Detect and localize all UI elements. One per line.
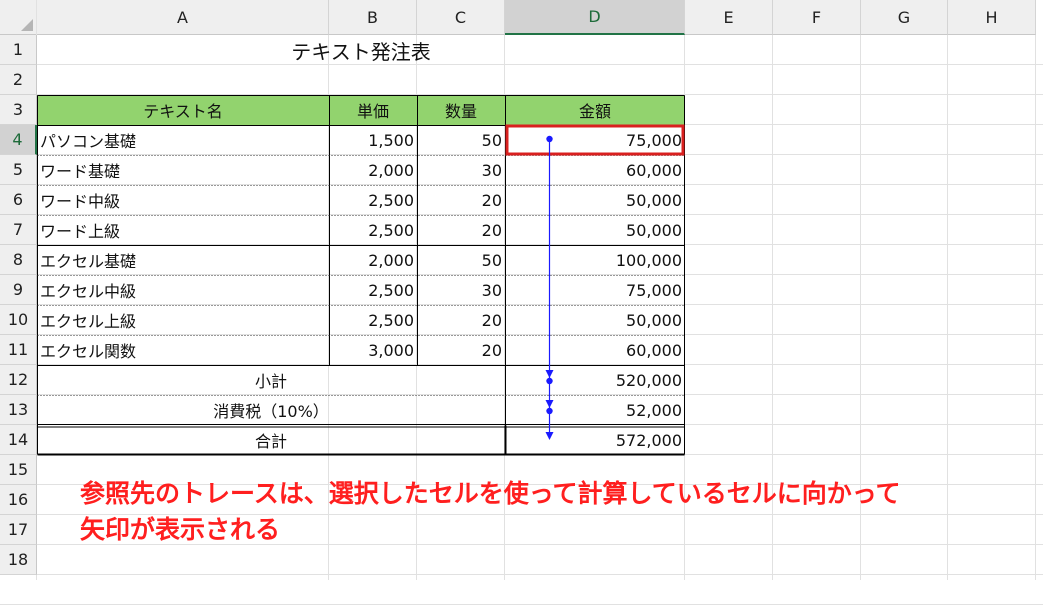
column-header-c[interactable]: C [417,0,505,35]
row-header-11[interactable]: 11 [0,335,37,365]
caption-line-1: 参照先のトレースは、選択したセルを使って計算しているセルに向かって [80,479,901,508]
row-header-4[interactable]: 4 [0,125,37,155]
row-header-17[interactable]: 17 [0,515,37,545]
item-amount-cell[interactable]: 50,000 [505,185,685,215]
item-qty-cell[interactable]: 20 [417,335,505,365]
column-header-h[interactable]: H [948,0,1036,35]
item-price-cell[interactable]: 2,000 [329,155,417,185]
item-qty-cell[interactable]: 50 [417,125,505,155]
header-cell-qty[interactable]: 数量 [417,95,505,125]
row-header-7[interactable]: 7 [0,215,37,245]
item-name-cell[interactable]: ワード上級 [37,215,329,245]
row-header-15[interactable]: 15 [0,455,37,485]
row-header-8[interactable]: 8 [0,245,37,275]
select-all-triangle-icon [21,19,33,31]
gridline-vertical [1035,0,1036,580]
row-header-16[interactable]: 16 [0,485,37,515]
total-amount-cell[interactable]: 572,000 [505,425,685,455]
item-price-cell[interactable]: 2,500 [329,305,417,335]
item-amount-cell[interactable]: 75,000 [505,125,685,155]
column-header-a[interactable]: A [37,0,329,35]
item-price-cell[interactable]: 1,500 [329,125,417,155]
row-header-13[interactable]: 13 [0,395,37,425]
item-price-cell[interactable]: 2,500 [329,185,417,215]
subtotal-label-cell[interactable]: 小計 [37,365,505,395]
item-name-cell[interactable]: エクセル上級 [37,305,329,335]
row-header-18[interactable]: 18 [0,545,37,575]
item-name-cell[interactable]: ワード基礎 [37,155,329,185]
item-name-cell[interactable]: エクセル基礎 [37,245,329,275]
row-header-14[interactable]: 14 [0,425,37,455]
gridline-horizontal [0,574,1043,575]
total-label-cell[interactable]: 合計 [37,425,505,455]
subtotal-amount-cell[interactable]: 520,000 [505,365,685,395]
select-all-corner[interactable] [0,0,37,35]
item-amount-cell[interactable]: 50,000 [505,215,685,245]
title-cell[interactable]: テキスト発注表 [37,35,685,65]
row-header-12[interactable]: 12 [0,365,37,395]
item-price-cell[interactable]: 2,000 [329,245,417,275]
header-cell-price[interactable]: 単価 [329,95,417,125]
row-header-3[interactable]: 3 [0,95,37,125]
row-header-5[interactable]: 5 [0,155,37,185]
row-header-9[interactable]: 9 [0,275,37,305]
item-name-cell[interactable]: パソコン基礎 [37,125,329,155]
item-amount-cell[interactable]: 50,000 [505,305,685,335]
column-header-b[interactable]: B [329,0,417,35]
tax-amount-cell[interactable]: 52,000 [505,395,685,425]
column-header-f[interactable]: F [773,0,861,35]
caption-line-2: 矢印が表示される [80,515,281,544]
item-price-cell[interactable]: 3,000 [329,335,417,365]
tax-label-cell[interactable]: 消費税（10%） [37,395,505,425]
item-amount-cell[interactable]: 75,000 [505,275,685,305]
item-qty-cell[interactable]: 30 [417,155,505,185]
row-header-10[interactable]: 10 [0,305,37,335]
column-header-e[interactable]: E [685,0,773,35]
column-header-d[interactable]: D [505,0,685,35]
header-cell-name[interactable]: テキスト名 [37,95,329,125]
gridline-vertical [947,0,948,580]
item-qty-cell[interactable]: 50 [417,245,505,275]
row-header-1[interactable]: 1 [0,35,37,65]
annotation-caption: 参照先のトレースは、選択したセルを使って計算しているセルに向かって 矢印が表示さ… [80,476,901,548]
item-qty-cell[interactable]: 20 [417,215,505,245]
item-amount-cell[interactable]: 60,000 [505,335,685,365]
item-qty-cell[interactable]: 20 [417,185,505,215]
row-header-6[interactable]: 6 [0,185,37,215]
column-header-g[interactable]: G [861,0,948,35]
item-name-cell[interactable]: ワード中級 [37,185,329,215]
item-qty-cell[interactable]: 30 [417,275,505,305]
item-price-cell[interactable]: 2,500 [329,215,417,245]
item-amount-cell[interactable]: 100,000 [505,245,685,275]
item-amount-cell[interactable]: 60,000 [505,155,685,185]
item-name-cell[interactable]: エクセル関数 [37,335,329,365]
item-name-cell[interactable]: エクセル中級 [37,275,329,305]
item-qty-cell[interactable]: 20 [417,305,505,335]
row-header-2[interactable]: 2 [0,65,37,95]
item-price-cell[interactable]: 2,500 [329,275,417,305]
header-cell-amount[interactable]: 金額 [505,95,685,125]
